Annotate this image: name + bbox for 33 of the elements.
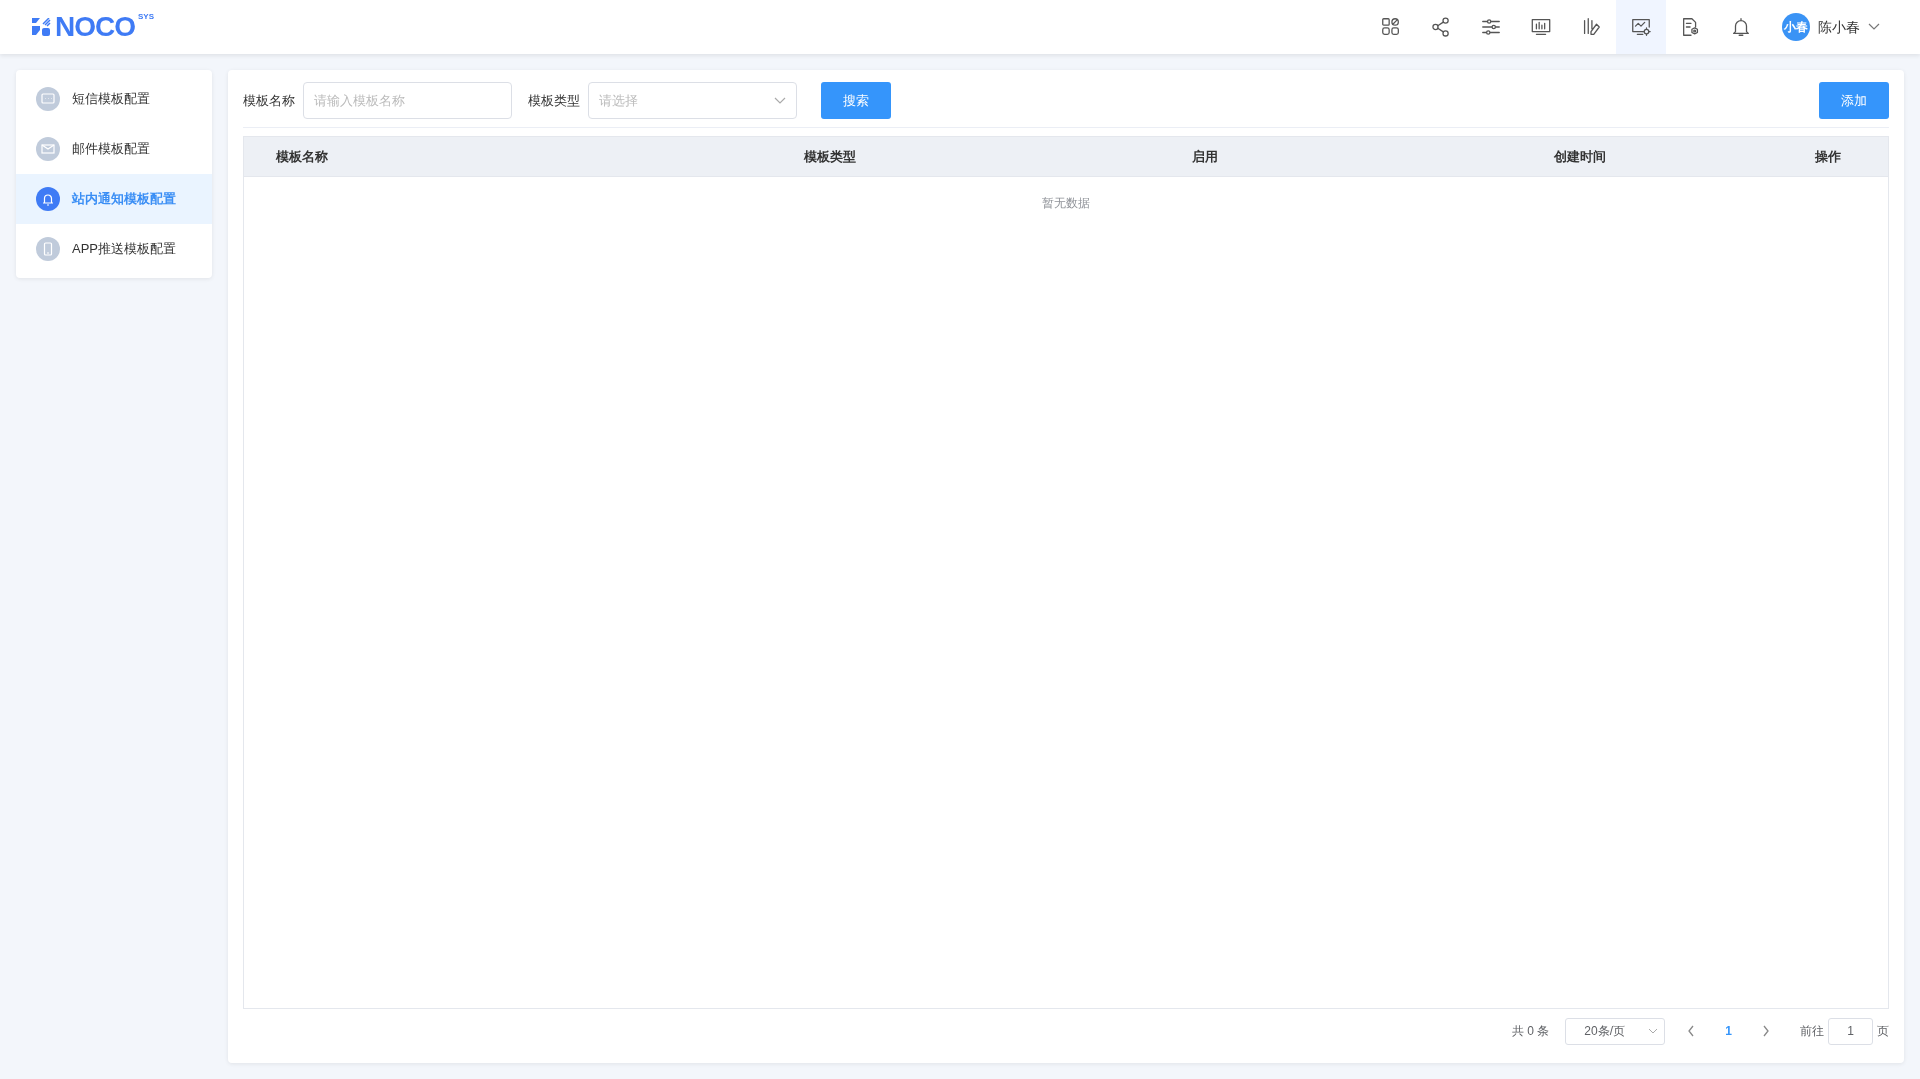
total-count: 共 0 条 bbox=[1511, 1023, 1550, 1040]
chevron-right-icon bbox=[1762, 1025, 1770, 1037]
page-size-select[interactable]: 20条/页 bbox=[1565, 1017, 1666, 1045]
monitor-chart-icon bbox=[1530, 16, 1552, 38]
field-label: 模板名称 bbox=[243, 91, 295, 110]
page-suffix: 页 bbox=[1877, 1023, 1889, 1040]
column-header[interactable]: 启用 bbox=[1191, 148, 1218, 164]
column-header[interactable]: 创建时间 bbox=[1553, 148, 1606, 164]
sidebar-item[interactable]: 短信模板配置 bbox=[16, 74, 212, 124]
apps-icon bbox=[1380, 16, 1402, 38]
user-name[interactable]: 陈小春 bbox=[1818, 16, 1860, 38]
empty-text: 暂无数据 bbox=[1042, 196, 1090, 210]
nav-tab[interactable] bbox=[1616, 0, 1666, 54]
logo-text: NOCO bbox=[55, 13, 135, 41]
name-input[interactable]: 请输入模板名称 bbox=[303, 82, 512, 119]
chevron-left-icon bbox=[1687, 1025, 1696, 1037]
share-icon bbox=[1430, 16, 1452, 38]
logo-superscript: SYS bbox=[138, 11, 154, 23]
goto-input[interactable]: 1 bbox=[1828, 1017, 1873, 1045]
sidebar-item[interactable]: 邮件模板配置 bbox=[16, 124, 212, 174]
chevron-down-icon bbox=[774, 96, 786, 105]
sidebar-item[interactable]: APP推送模板配置 bbox=[16, 224, 212, 274]
chevron-down-icon bbox=[1648, 1028, 1659, 1034]
logo-icon bbox=[32, 18, 52, 36]
monitor-gear-icon bbox=[1630, 16, 1652, 38]
column-header[interactable]: 模板类型 bbox=[804, 148, 857, 164]
column-header[interactable]: 模板名称 bbox=[276, 148, 328, 164]
field-label: 模板类型 bbox=[528, 91, 580, 110]
caret-icon[interactable] bbox=[1868, 23, 1880, 31]
bell-icon bbox=[1730, 16, 1752, 38]
sliders-icon bbox=[1480, 16, 1502, 38]
goto-label: 前往 bbox=[1800, 1023, 1824, 1040]
column-header[interactable]: 操作 bbox=[1814, 148, 1841, 164]
